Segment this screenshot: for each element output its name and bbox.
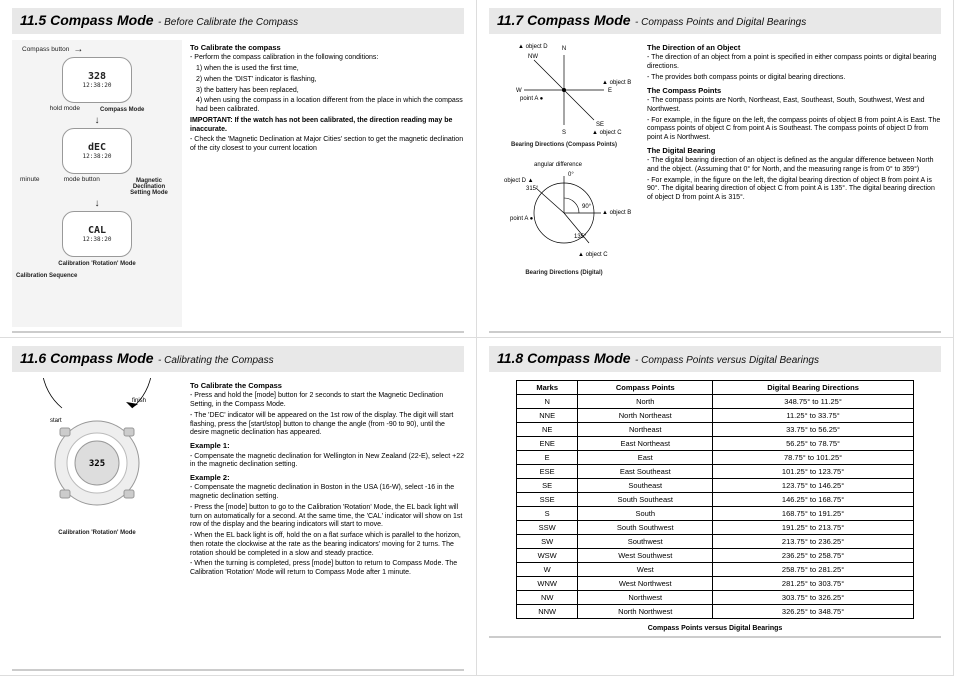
section-11-5: 11.5 Compass Mode - Before Calibrate the… (0, 0, 477, 338)
title-11-8: 11.8 Compass Mode - Compass Points versu… (489, 346, 941, 372)
bearings-table: Marks Compass Points Digital Bearing Dir… (516, 380, 914, 619)
svg-text:start: start (50, 418, 62, 424)
arrow-right-icon: → (73, 44, 83, 55)
section-11-7: 11.7 Compass Mode - Compass Points and D… (477, 0, 954, 338)
table-row: EEast78.75° to 101.25° (517, 451, 914, 465)
svg-text:object D ▲: object D ▲ (504, 178, 534, 184)
text-11-6: To Calibrate the Compass - Press and hol… (190, 378, 464, 665)
svg-text:NW: NW (528, 54, 538, 60)
table-row: WWest258.75° to 281.25° (517, 563, 914, 577)
col-marks: Marks (517, 381, 578, 395)
svg-text:▲ object C: ▲ object C (578, 252, 608, 258)
arrow-down-icon: ↓ (95, 115, 100, 126)
svg-text:90°: 90° (582, 204, 592, 210)
table-row: NWNorthwest303.75° to 326.25° (517, 591, 914, 605)
table-row: NNENorth Northeast11.25° to 33.75° (517, 409, 914, 423)
title-11-6: 11.6 Compass Mode - Calibrating the Comp… (12, 346, 464, 372)
title-11-7: 11.7 Compass Mode - Compass Points and D… (489, 8, 941, 34)
svg-text:finish: finish (132, 398, 146, 404)
svg-text:135°: 135° (574, 234, 587, 240)
figure-rotation-watch: start finish 325 Calibration 'Rotation' … (12, 378, 182, 665)
col-compass-points: Compass Points (578, 381, 713, 395)
svg-text:point A ●: point A ● (520, 96, 544, 102)
table-row: SSouth168.75° to 191.25° (517, 507, 914, 521)
svg-text:▲ object D: ▲ object D (518, 44, 548, 50)
watch-display-dec: dEC 12:38:20 (62, 128, 132, 174)
table-caption: Compass Points versus Digital Bearings (489, 625, 941, 632)
digital-bearing-diagram: angular difference 0° 90° 135° 315° obje… (504, 158, 624, 268)
svg-text:W: W (516, 88, 522, 94)
svg-text:▲ object B: ▲ object B (602, 80, 631, 86)
svg-text:0°: 0° (568, 172, 574, 178)
table-row: ENEEast Northeast56.25° to 78.75° (517, 437, 914, 451)
svg-text:315°: 315° (526, 186, 539, 192)
svg-text:SE: SE (596, 122, 604, 128)
table-row: WSWWest Southwest236.25° to 258.75° (517, 549, 914, 563)
svg-text:N: N (562, 46, 566, 52)
table-row: NNorth348.75° to 11.25° (517, 395, 914, 409)
svg-text:E: E (608, 88, 612, 94)
table-row: NNWNorth Northwest326.25° to 348.75° (517, 605, 914, 619)
rotation-watch-diagram: start finish 325 (22, 378, 172, 528)
svg-text:325: 325 (89, 459, 105, 469)
svg-text:▲ object B: ▲ object B (602, 210, 631, 216)
table-row: NENortheast33.75° to 56.25° (517, 423, 914, 437)
title-11-5: 11.5 Compass Mode - Before Calibrate the… (12, 8, 464, 34)
text-11-7: The Direction of an Object - The directi… (647, 40, 941, 327)
compass-points-diagram: N S E W NW SE ▲ object D ▲ object B ▲ ob… (504, 40, 624, 140)
figure-bearing-diagrams: N S E W NW SE ▲ object D ▲ object B ▲ ob… (489, 40, 639, 327)
table-row: SWSouthwest213.75° to 236.25° (517, 535, 914, 549)
watch-display-compass: 328 12:38:20 (62, 57, 132, 103)
section-11-8: 11.8 Compass Mode - Compass Points versu… (477, 338, 954, 676)
table-row: WNWWest Northwest281.25° to 303.75° (517, 577, 914, 591)
col-digital-bearing: Digital Bearing Directions (713, 381, 914, 395)
svg-text:S: S (562, 130, 566, 136)
section-11-6: 11.6 Compass Mode - Calibrating the Comp… (0, 338, 477, 676)
table-row: SSESouth Southeast146.25° to 168.75° (517, 493, 914, 507)
table-row: SSWSouth Southwest191.25° to 213.75° (517, 521, 914, 535)
svg-text:▲ object C: ▲ object C (592, 130, 622, 136)
table-row: ESEEast Southeast101.25° to 123.75° (517, 465, 914, 479)
watch-display-cal: CAL 12:38:20 (62, 211, 132, 257)
svg-text:angular difference: angular difference (534, 162, 583, 168)
figure-calibration-sequence: Compass button → 328 12:38:20 hold modeC… (12, 40, 182, 327)
table-row: SESoutheast123.75° to 146.25° (517, 479, 914, 493)
arrow-down-icon: ↓ (95, 198, 100, 209)
text-11-5: To Calibrate the compass - Perform the c… (190, 40, 464, 327)
svg-text:point A ●: point A ● (510, 216, 534, 222)
